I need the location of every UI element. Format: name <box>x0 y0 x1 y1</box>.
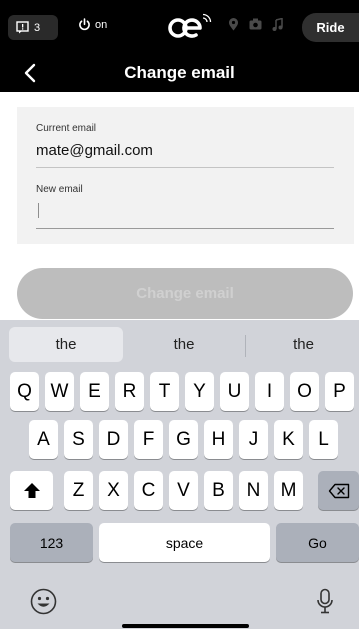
key-a[interactable]: A <box>29 420 58 459</box>
current-email-value: mate@gmail.com <box>36 142 153 159</box>
key-r[interactable]: R <box>115 372 144 411</box>
key-t[interactable]: T <box>150 372 179 411</box>
shift-icon <box>23 483 40 498</box>
home-indicator[interactable] <box>122 624 249 628</box>
new-email-underline <box>36 228 334 229</box>
shift-key[interactable] <box>10 471 53 510</box>
key-n[interactable]: N <box>239 471 268 510</box>
key-x[interactable]: X <box>99 471 128 510</box>
backspace-icon <box>328 483 349 498</box>
key-d[interactable]: D <box>99 420 128 459</box>
key-q[interactable]: Q <box>10 372 39 411</box>
brand-logo <box>168 13 212 38</box>
suggestion-3[interactable]: the <box>248 327 359 362</box>
key-u[interactable]: U <box>220 372 249 411</box>
status-icons <box>228 18 283 31</box>
numbers-key[interactable]: 123 <box>10 523 93 562</box>
suggestion-bar: the the the <box>0 320 359 365</box>
suggestion-1[interactable]: the <box>9 327 123 362</box>
key-m[interactable]: M <box>274 471 303 510</box>
key-b[interactable]: B <box>204 471 233 510</box>
on-screen-keyboard: the the the Q W E R T Y U I O P A S D F … <box>0 320 359 629</box>
current-email-underline <box>36 167 334 168</box>
notification-count: 3 <box>34 21 41 34</box>
new-email-label: New email <box>36 184 83 195</box>
page-title: Change email <box>124 63 235 82</box>
notification-chip[interactable]: 3 <box>8 15 58 40</box>
email-form-card: Current email mate@gmail.com New email <box>17 107 354 244</box>
key-h[interactable]: H <box>204 420 233 459</box>
power-icon <box>79 18 90 31</box>
key-p[interactable]: P <box>325 372 354 411</box>
key-i[interactable]: I <box>255 372 284 411</box>
key-f[interactable]: F <box>134 420 163 459</box>
key-y[interactable]: Y <box>185 372 214 411</box>
key-s[interactable]: S <box>64 420 93 459</box>
text-caret <box>38 203 39 218</box>
music-icon <box>272 18 283 31</box>
page-header: Change email <box>0 55 359 92</box>
change-email-button[interactable]: Change email <box>17 268 353 319</box>
location-icon <box>229 18 238 31</box>
emoji-icon[interactable] <box>30 588 57 615</box>
notification-icon <box>16 21 29 34</box>
key-j[interactable]: J <box>239 420 268 459</box>
key-c[interactable]: C <box>134 471 163 510</box>
key-o[interactable]: O <box>290 372 319 411</box>
key-w[interactable]: W <box>45 372 74 411</box>
power-status: on <box>95 18 108 31</box>
go-key[interactable]: Go <box>276 523 359 562</box>
key-k[interactable]: K <box>274 420 303 459</box>
suggestion-2[interactable]: the <box>126 327 242 362</box>
backspace-key[interactable] <box>318 471 359 510</box>
microphone-icon[interactable] <box>316 588 334 615</box>
space-key[interactable]: space <box>99 523 270 562</box>
key-l[interactable]: L <box>309 420 338 459</box>
key-g[interactable]: G <box>169 420 198 459</box>
current-email-label: Current email <box>36 123 97 134</box>
new-email-input[interactable] <box>36 201 334 221</box>
ride-button[interactable]: Ride <box>302 13 359 42</box>
camera-icon <box>249 18 262 30</box>
top-status-bar: 3 on Ride <box>0 0 359 55</box>
key-e[interactable]: E <box>80 372 109 411</box>
key-v[interactable]: V <box>169 471 198 510</box>
power-toggle[interactable]: on <box>78 18 107 31</box>
suggestion-separator <box>245 335 246 357</box>
key-z[interactable]: Z <box>64 471 93 510</box>
